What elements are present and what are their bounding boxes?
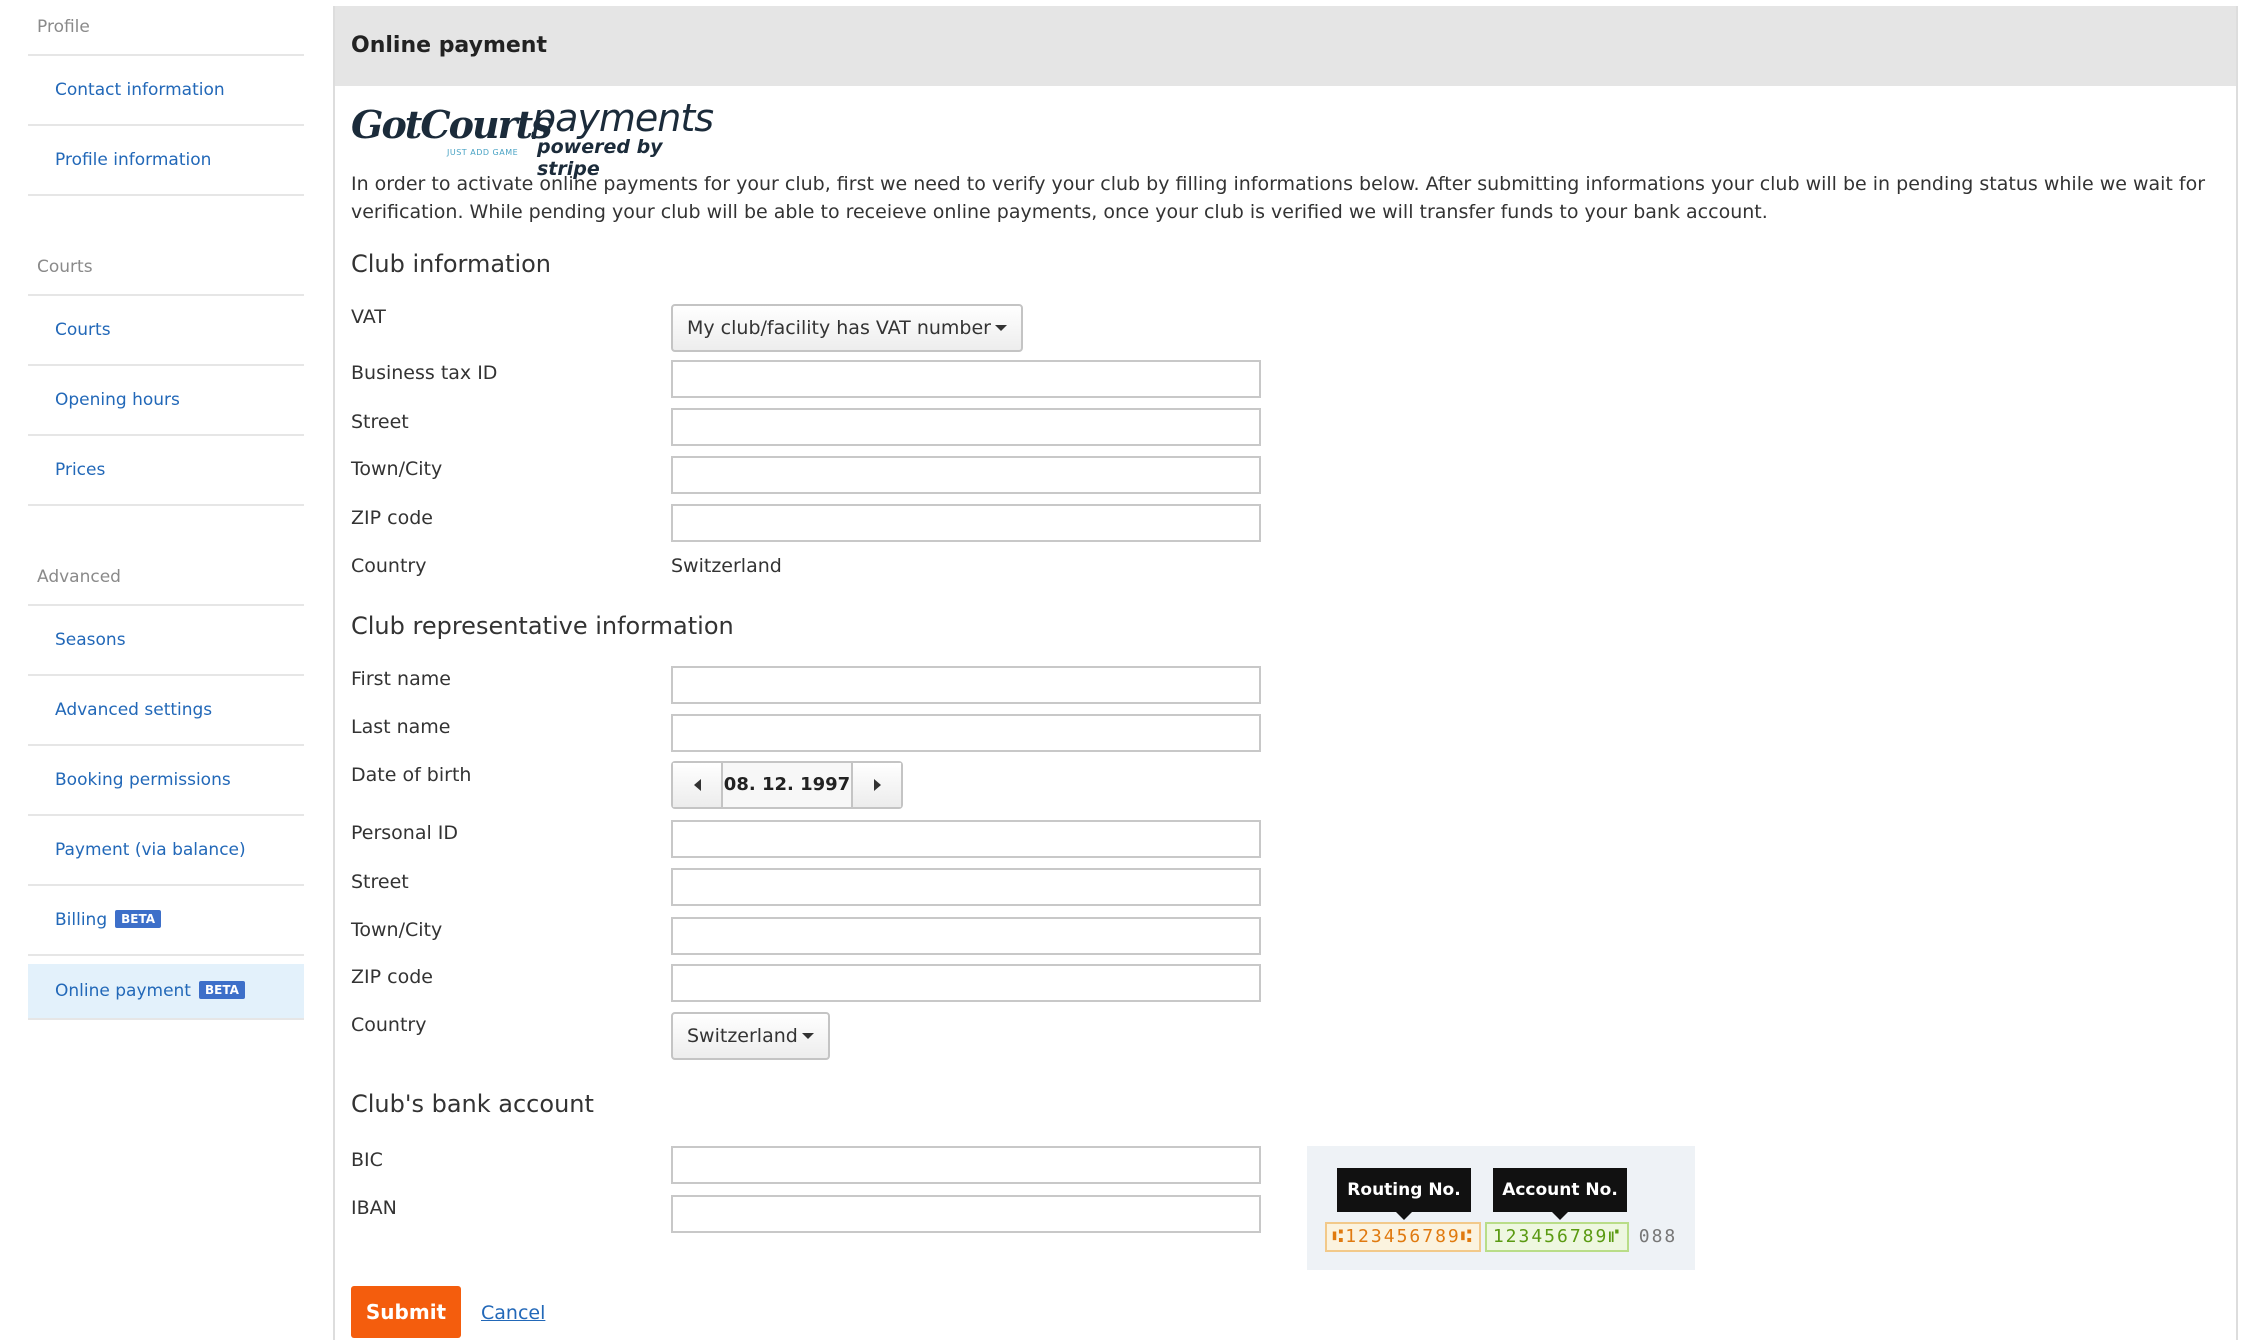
bic-input[interactable]: [671, 1146, 1261, 1184]
bank-account-heading: Club's bank account: [351, 1090, 594, 1118]
sidebar-item-booking-permissions[interactable]: Booking permissions: [28, 746, 304, 816]
logo-tagline: JUST ADD GAME: [447, 148, 519, 157]
club-town-input[interactable]: [671, 456, 1261, 494]
club-town-label: Town/City: [351, 458, 443, 480]
date-of-birth-picker: 08. 12. 1997: [671, 761, 903, 809]
sidebar-item-courts[interactable]: Courts: [28, 296, 304, 366]
business-tax-id-input[interactable]: [671, 360, 1261, 398]
personal-id-input[interactable]: [671, 820, 1261, 858]
sidebar-section-courts: Courts: [28, 240, 304, 296]
sidebar-item-online-payment[interactable]: Online payment BETA: [28, 964, 304, 1020]
gotcourts-payments-logo: GotCourts JUST ADD GAME payments powered…: [351, 96, 731, 180]
bic-label: BIC: [351, 1149, 383, 1171]
vat-label: VAT: [351, 306, 386, 328]
sidebar-item-advanced-settings[interactable]: Advanced settings: [28, 676, 304, 746]
routing-number-digits: ⑆123456789⑆: [1325, 1222, 1481, 1252]
caret-left-icon: [693, 779, 701, 791]
club-country-label: Country: [351, 555, 427, 577]
account-number-tooltip: Account No.: [1493, 1168, 1627, 1220]
submit-button[interactable]: Submit: [351, 1286, 461, 1338]
business-tax-id-label: Business tax ID: [351, 362, 498, 384]
club-information-heading: Club information: [351, 250, 552, 278]
beta-badge: BETA: [115, 910, 162, 928]
vat-dropdown[interactable]: My club/facility has VAT number: [671, 304, 1023, 352]
rep-town-input[interactable]: [671, 917, 1261, 955]
sidebar: Profile Contact information Profile info…: [28, 0, 304, 1026]
rep-country-dropdown-value: Switzerland: [687, 1025, 798, 1047]
sidebar-item-contact-information[interactable]: Contact information: [28, 56, 304, 126]
rep-street-input[interactable]: [671, 868, 1261, 906]
logo-product: payments: [532, 96, 714, 140]
online-payment-panel: Online payment GotCourts JUST ADD GAME p…: [333, 6, 2238, 1340]
cancel-link[interactable]: Cancel: [481, 1302, 545, 1324]
intro-text: In order to activate online payments for…: [351, 173, 2206, 223]
caret-right-icon: [873, 779, 881, 791]
rep-town-label: Town/City: [351, 919, 443, 941]
beta-badge: BETA: [198, 981, 245, 999]
sidebar-item-label: Online payment: [55, 981, 191, 1001]
last-name-input[interactable]: [671, 714, 1261, 752]
personal-id-label: Personal ID: [351, 822, 459, 844]
sidebar-item-seasons[interactable]: Seasons: [28, 606, 304, 676]
first-name-label: First name: [351, 668, 451, 690]
iban-input[interactable]: [671, 1195, 1261, 1233]
date-next-button[interactable]: [853, 763, 901, 807]
rep-zip-label: ZIP code: [351, 966, 433, 988]
vat-dropdown-value: My club/facility has VAT number: [687, 317, 991, 339]
club-street-input[interactable]: [671, 408, 1261, 446]
sidebar-item-payment-via-balance[interactable]: Payment (via balance): [28, 816, 304, 886]
sidebar-item-opening-hours[interactable]: Opening hours: [28, 366, 304, 436]
sidebar-section-profile: Profile: [28, 0, 304, 56]
club-zip-label: ZIP code: [351, 507, 433, 529]
check-number-digits: 088: [1638, 1226, 1678, 1247]
account-number-digits: 123456789⑈: [1485, 1222, 1629, 1252]
club-country-value: Switzerland: [671, 555, 782, 577]
sidebar-item-prices[interactable]: Prices: [28, 436, 304, 506]
rep-zip-input[interactable]: [671, 964, 1261, 1002]
club-zip-input[interactable]: [671, 504, 1261, 542]
rep-street-label: Street: [351, 871, 409, 893]
rep-country-label: Country: [351, 1014, 427, 1036]
sidebar-item-label: Billing: [55, 910, 108, 930]
panel-title: Online payment: [335, 6, 2236, 86]
caret-down-icon: [994, 325, 1007, 331]
check-example-image: Routing No. Account No. ⑆123456789⑆ 1234…: [1307, 1146, 1695, 1270]
club-street-label: Street: [351, 411, 409, 433]
iban-label: IBAN: [351, 1197, 397, 1219]
routing-number-tooltip: Routing No.: [1337, 1168, 1471, 1220]
sidebar-item-profile-information[interactable]: Profile information: [28, 126, 304, 196]
sidebar-item-billing[interactable]: Billing BETA: [28, 886, 304, 956]
sidebar-section-advanced: Advanced: [28, 550, 304, 606]
date-of-birth-label: Date of birth: [351, 764, 472, 786]
date-of-birth-value[interactable]: 08. 12. 1997: [721, 763, 853, 807]
date-prev-button[interactable]: [673, 763, 721, 807]
logo-brand: GotCourts: [351, 102, 553, 147]
last-name-label: Last name: [351, 716, 451, 738]
caret-down-icon: [801, 1033, 814, 1039]
first-name-input[interactable]: [671, 666, 1261, 704]
rep-country-dropdown[interactable]: Switzerland: [671, 1012, 830, 1060]
representative-heading: Club representative information: [351, 612, 734, 640]
